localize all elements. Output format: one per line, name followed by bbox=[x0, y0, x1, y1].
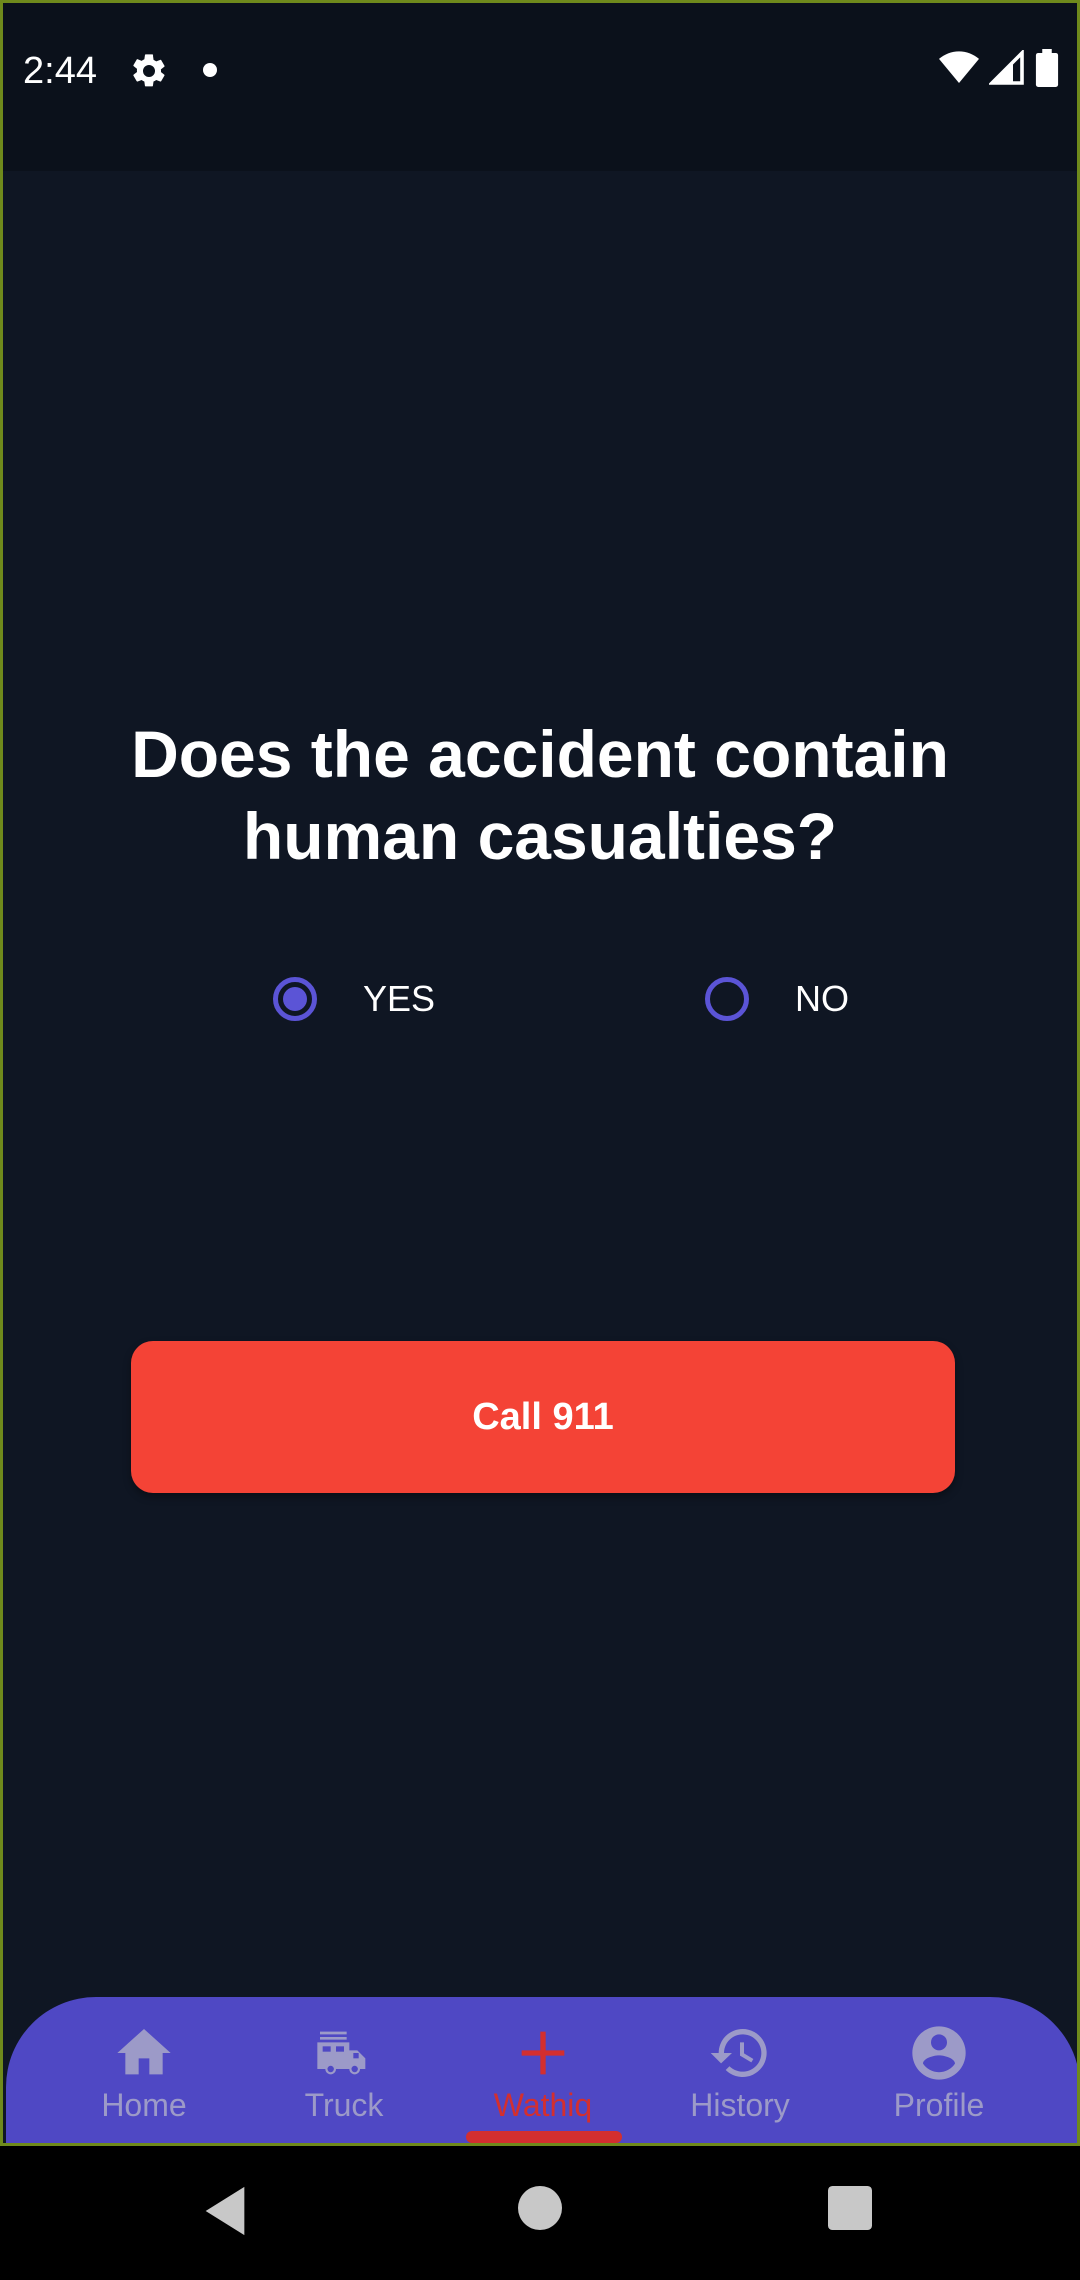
back-icon[interactable] bbox=[200, 2182, 250, 2240]
active-tab-indicator bbox=[466, 2131, 622, 2143]
nav-label-home: Home bbox=[101, 2087, 187, 2123]
no-option[interactable]: NO bbox=[705, 969, 849, 1029]
fire-truck-icon bbox=[317, 2031, 366, 2075]
history-icon bbox=[710, 2029, 767, 2077]
yes-option[interactable]: YES bbox=[273, 969, 435, 1029]
nav-item-profile[interactable]: Profile bbox=[839, 1997, 1039, 2143]
call-911-button[interactable]: Call 911 bbox=[131, 1341, 955, 1493]
home-circle-icon[interactable] bbox=[518, 2186, 562, 2230]
app-screen: 2:44 Does the accident contain human cas… bbox=[0, 0, 1080, 2146]
radio-selected-dot bbox=[283, 987, 307, 1011]
system-navigation-bar bbox=[0, 2146, 1080, 2280]
no-label: NO bbox=[795, 978, 849, 1019]
nav-label-history: History bbox=[690, 2087, 790, 2123]
notification-dot-icon bbox=[203, 63, 217, 77]
nav-item-history[interactable]: History bbox=[640, 1997, 840, 2143]
wifi-icon bbox=[939, 51, 979, 83]
bottom-navigation: Home Truck Wathiq History Profile bbox=[6, 1997, 1077, 2143]
recents-icon[interactable] bbox=[828, 2186, 872, 2230]
battery-icon bbox=[1035, 49, 1059, 87]
status-bar: 2:44 bbox=[3, 3, 1077, 171]
nav-label-profile: Profile bbox=[893, 2087, 985, 2123]
profile-icon bbox=[912, 2026, 966, 2080]
nav-item-wathiq[interactable]: Wathiq bbox=[443, 1997, 643, 2143]
plus-icon bbox=[521, 2031, 565, 2075]
gear-icon bbox=[133, 54, 165, 87]
status-icons bbox=[939, 49, 1059, 87]
signal-icon bbox=[989, 50, 1024, 85]
no-radio-button[interactable] bbox=[705, 977, 749, 1021]
status-time: 2:44 bbox=[23, 50, 97, 92]
question-text: Does the accident contain human casualti… bbox=[131, 717, 949, 873]
nav-label-truck: Truck bbox=[304, 2087, 384, 2123]
yes-radio-button[interactable] bbox=[273, 977, 317, 1021]
yes-label: YES bbox=[363, 978, 436, 1019]
nav-item-home[interactable]: Home bbox=[44, 1997, 244, 2143]
nav-label-wathiq: Wathiq bbox=[493, 2087, 593, 2123]
nav-item-truck[interactable]: Truck bbox=[244, 1997, 444, 2143]
home-icon bbox=[117, 2029, 171, 2075]
